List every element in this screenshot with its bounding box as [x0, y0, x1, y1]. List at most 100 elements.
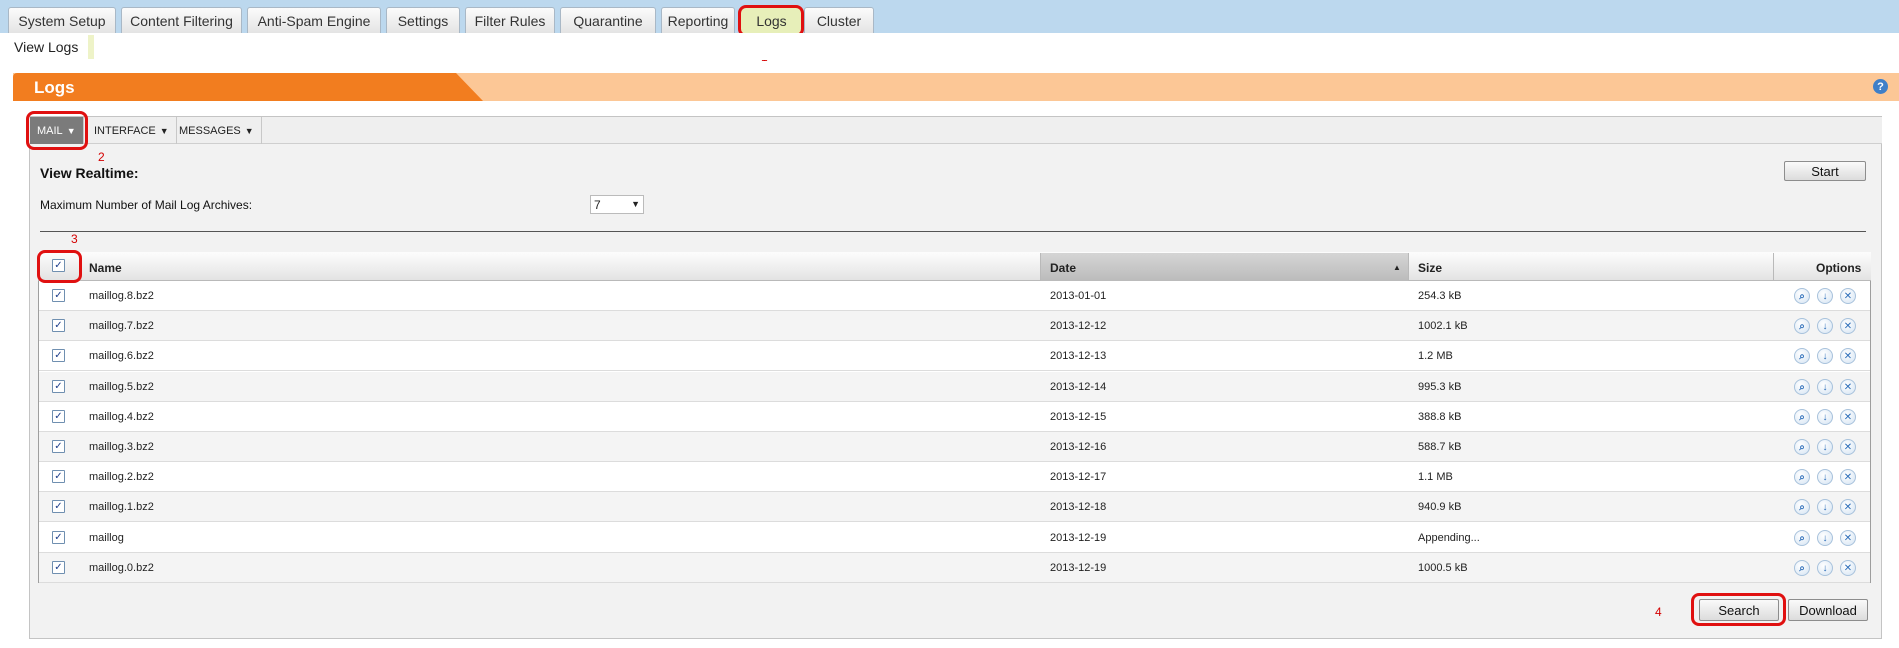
table-row: ✓ maillog.1.bz2 2013-12-18 940.9 kB ⌕ ↓ ✕ — [39, 492, 1870, 522]
magnifier-icon[interactable]: ⌕ — [1794, 409, 1810, 425]
download-icon[interactable]: ↓ — [1817, 469, 1833, 485]
log-type-interface[interactable]: INTERFACE ▼ — [87, 117, 177, 144]
cell-name: maillog.5.bz2 — [89, 381, 154, 393]
download-icon[interactable]: ↓ — [1817, 499, 1833, 515]
cell-name: maillog.3.bz2 — [89, 441, 154, 453]
cell-size: 254.3 kB — [1418, 290, 1462, 302]
magnifier-icon[interactable]: ⌕ — [1794, 288, 1810, 304]
tab-filter-rules[interactable]: Filter Rules — [465, 7, 555, 33]
cell-date: 2013-01-01 — [1050, 290, 1107, 302]
table-row: ✓ maillog 2013-12-19 Appending... ⌕ ↓ ✕ — [39, 523, 1870, 553]
max-archives-select[interactable]: 7 ▼ — [590, 195, 644, 214]
row-checkbox[interactable]: ✓ — [52, 470, 65, 483]
column-header-options: Options — [1816, 261, 1862, 275]
magnifier-icon[interactable]: ⌕ — [1794, 499, 1810, 515]
cell-date: 2013-12-14 — [1050, 381, 1107, 393]
delete-icon[interactable]: ✕ — [1840, 318, 1856, 334]
tab-cluster[interactable]: Cluster — [804, 7, 874, 33]
magnifier-icon[interactable]: ⌕ — [1794, 439, 1810, 455]
tab-quarantine[interactable]: Quarantine — [560, 7, 656, 33]
highlight-box — [26, 111, 88, 150]
view-realtime-label: View Realtime: — [40, 165, 139, 181]
cell-date: 2013-12-12 — [1050, 320, 1107, 332]
magnifier-icon[interactable]: ⌕ — [1794, 318, 1810, 334]
download-icon[interactable]: ↓ — [1817, 439, 1833, 455]
delete-icon[interactable]: ✕ — [1840, 348, 1856, 364]
delete-icon[interactable]: ✕ — [1840, 288, 1856, 304]
column-separator — [1040, 253, 1041, 281]
cell-name: maillog.6.bz2 — [89, 350, 154, 362]
download-icon[interactable]: ↓ — [1817, 379, 1833, 395]
row-checkbox[interactable]: ✓ — [52, 531, 65, 544]
download-icon[interactable]: ↓ — [1817, 560, 1833, 576]
cell-date: 2013-12-19 — [1050, 532, 1107, 544]
cell-date: 2013-12-17 — [1050, 471, 1107, 483]
magnifier-icon[interactable]: ⌕ — [1794, 348, 1810, 364]
row-checkbox[interactable]: ✓ — [52, 410, 65, 423]
cell-size: 940.9 kB — [1418, 501, 1462, 513]
row-checkbox[interactable]: ✓ — [52, 349, 65, 362]
download-button[interactable]: Download — [1788, 599, 1868, 621]
cell-name: maillog.4.bz2 — [89, 411, 154, 423]
magnifier-icon[interactable]: ⌕ — [1794, 560, 1810, 576]
delete-icon[interactable]: ✕ — [1840, 439, 1856, 455]
table-row: ✓ maillog.0.bz2 2013-12-19 1000.5 kB ⌕ ↓ ✕ — [39, 553, 1870, 583]
table-row: ✓ maillog.7.bz2 2013-12-12 1002.1 kB ⌕ ↓ ✕ — [39, 311, 1870, 341]
download-icon[interactable]: ↓ — [1817, 348, 1833, 364]
download-icon[interactable]: ↓ — [1817, 530, 1833, 546]
column-header-date[interactable]: Date — [1050, 261, 1076, 275]
section-header-title-bg — [13, 73, 483, 101]
download-icon[interactable]: ↓ — [1817, 409, 1833, 425]
tab-settings[interactable]: Settings — [386, 7, 460, 33]
highlight-box — [37, 250, 82, 283]
cell-size: 995.3 kB — [1418, 381, 1462, 393]
row-checkbox[interactable]: ✓ — [52, 380, 65, 393]
date-header-sorted-bg — [1040, 253, 1408, 281]
cell-name: maillog.8.bz2 — [89, 290, 154, 302]
help-icon[interactable]: ? — [1873, 79, 1888, 94]
delete-icon[interactable]: ✕ — [1840, 560, 1856, 576]
delete-icon[interactable]: ✕ — [1840, 379, 1856, 395]
download-icon[interactable]: ↓ — [1817, 288, 1833, 304]
start-button[interactable]: Start — [1784, 161, 1866, 181]
magnifier-icon[interactable]: ⌕ — [1794, 469, 1810, 485]
cell-size: Appending... — [1418, 532, 1480, 544]
cell-size: 1000.5 kB — [1418, 562, 1468, 574]
delete-icon[interactable]: ✕ — [1840, 499, 1856, 515]
table-row: ✓ maillog.2.bz2 2013-12-17 1.1 MB ⌕ ↓ ✕ — [39, 462, 1870, 492]
table-row: ✓ maillog.8.bz2 2013-01-01 254.3 kB ⌕ ↓ ✕ — [39, 281, 1870, 311]
caret-down-icon: ▼ — [244, 125, 254, 136]
column-header-size[interactable]: Size — [1418, 261, 1442, 275]
sub-nav-bar — [0, 33, 1899, 60]
row-checkbox[interactable]: ✓ — [52, 319, 65, 332]
cell-size: 588.7 kB — [1418, 441, 1462, 453]
cell-size: 388.8 kB — [1418, 411, 1462, 423]
subtab-view-logs[interactable]: View Logs — [4, 35, 94, 59]
row-checkbox[interactable]: ✓ — [52, 440, 65, 453]
annotation-2: 2 — [98, 150, 105, 164]
table-row: ✓ maillog.3.bz2 2013-12-16 588.7 kB ⌕ ↓ ✕ — [39, 432, 1870, 462]
magnifier-icon[interactable]: ⌕ — [1794, 379, 1810, 395]
cell-date: 2013-12-15 — [1050, 411, 1107, 423]
delete-icon[interactable]: ✕ — [1840, 409, 1856, 425]
tab-content-filtering[interactable]: Content Filtering — [121, 7, 242, 33]
tab-anti-spam-engine[interactable]: Anti-Spam Engine — [247, 7, 381, 33]
download-icon[interactable]: ↓ — [1817, 318, 1833, 334]
cell-date: 2013-12-18 — [1050, 501, 1107, 513]
row-checkbox[interactable]: ✓ — [52, 289, 65, 302]
max-archives-label: Maximum Number of Mail Log Archives: — [40, 198, 253, 212]
log-type-messages[interactable]: MESSAGES ▼ — [172, 117, 262, 144]
row-checkbox[interactable]: ✓ — [52, 561, 65, 574]
delete-icon[interactable]: ✕ — [1840, 469, 1856, 485]
table-row: ✓ maillog.5.bz2 2013-12-14 995.3 kB ⌕ ↓ ✕ — [39, 372, 1870, 402]
column-header-name[interactable]: Name — [89, 261, 122, 275]
cell-size: 1.1 MB — [1418, 471, 1453, 483]
table-row: ✓ maillog.6.bz2 2013-12-13 1.2 MB ⌕ ↓ ✕ — [39, 341, 1870, 371]
cell-name: maillog.2.bz2 — [89, 471, 154, 483]
tab-system-setup[interactable]: System Setup — [8, 7, 116, 33]
magnifier-icon[interactable]: ⌕ — [1794, 530, 1810, 546]
row-checkbox[interactable]: ✓ — [52, 500, 65, 513]
divider — [40, 231, 1866, 232]
delete-icon[interactable]: ✕ — [1840, 530, 1856, 546]
tab-reporting[interactable]: Reporting — [661, 7, 735, 33]
